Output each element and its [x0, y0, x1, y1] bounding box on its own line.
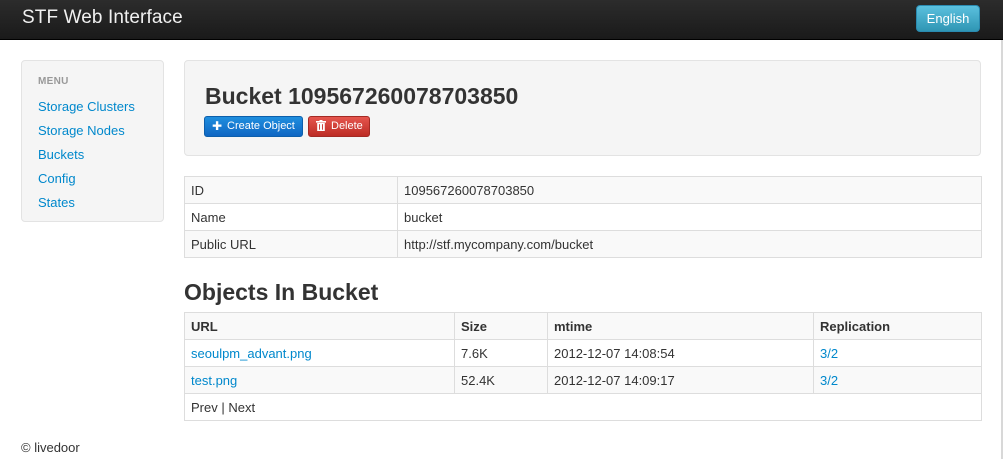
info-key: Public URL [184, 230, 398, 258]
sidebar-item-storage-clusters[interactable]: Storage Clusters [38, 99, 135, 114]
info-key: ID [184, 176, 398, 204]
object-url-link[interactable]: test.png [191, 373, 237, 388]
bucket-header: Bucket 109567260078703850 ✚ Create Objec… [184, 60, 981, 156]
column-header-url: URL [184, 312, 455, 340]
pager-separator: | [217, 399, 229, 415]
object-url-link[interactable]: seoulpm_advant.png [191, 346, 312, 361]
object-mtime: 2012-12-07 14:09:17 [547, 366, 814, 394]
column-header-replication: Replication [813, 312, 982, 340]
table-row: test.png 52.4K 2012-12-07 14:09:17 3/2 [184, 366, 982, 394]
info-row-public-url: Public URL http://stf.mycompany.com/buck… [184, 230, 982, 258]
sidebar-item-states[interactable]: States [38, 195, 75, 210]
objects-section-title: Objects In Bucket [184, 279, 379, 305]
create-object-label: Create Object [227, 120, 295, 132]
prev-link[interactable]: Prev [191, 400, 218, 415]
info-value: 109567260078703850 [397, 176, 982, 204]
info-value: bucket [397, 203, 982, 231]
table-header-row: URL Size mtime Replication [184, 312, 982, 340]
object-mtime: 2012-12-07 14:08:54 [547, 339, 814, 367]
footer-copyright: © livedoor [21, 440, 80, 455]
menu-header: MENU [38, 76, 69, 87]
pager: Prev | Next [184, 393, 982, 421]
sidebar-item-buckets[interactable]: Buckets [38, 147, 84, 162]
replication-link[interactable]: 3/2 [820, 373, 838, 388]
create-object-button[interactable]: ✚ Create Object [204, 116, 303, 137]
table-row: seoulpm_advant.png 7.6K 2012-12-07 14:08… [184, 339, 982, 367]
object-size: 7.6K [454, 339, 548, 367]
sidebar-item-storage-nodes[interactable]: Storage Nodes [38, 123, 125, 138]
plus-icon: ✚ [211, 119, 223, 133]
next-link[interactable]: Next [228, 400, 255, 415]
page-title: Bucket 109567260078703850 [205, 83, 519, 109]
column-header-mtime: mtime [547, 312, 814, 340]
replication-link[interactable]: 3/2 [820, 346, 838, 361]
pager-row: Prev | Next [184, 393, 982, 421]
column-header-size: Size [454, 312, 548, 340]
delete-button[interactable]: Delete [308, 116, 370, 137]
object-size: 52.4K [454, 366, 548, 394]
delete-label: Delete [331, 120, 363, 132]
info-row-name: Name bucket [184, 203, 982, 231]
sidebar-menu: MENU Storage Clusters Storage Nodes Buck… [21, 60, 164, 222]
objects-table: URL Size mtime Replication seoulpm_advan… [184, 312, 982, 421]
top-navbar: STF Web Interface English [0, 0, 1003, 40]
sidebar-item-config[interactable]: Config [38, 171, 76, 186]
info-row-id: ID 109567260078703850 [184, 176, 982, 204]
app-title[interactable]: STF Web Interface [22, 7, 183, 29]
info-key: Name [184, 203, 398, 231]
language-button[interactable]: English [916, 5, 980, 32]
info-value: http://stf.mycompany.com/bucket [397, 230, 982, 258]
trash-icon [315, 120, 327, 132]
bucket-info-table: ID 109567260078703850 Name bucket Public… [184, 176, 982, 258]
